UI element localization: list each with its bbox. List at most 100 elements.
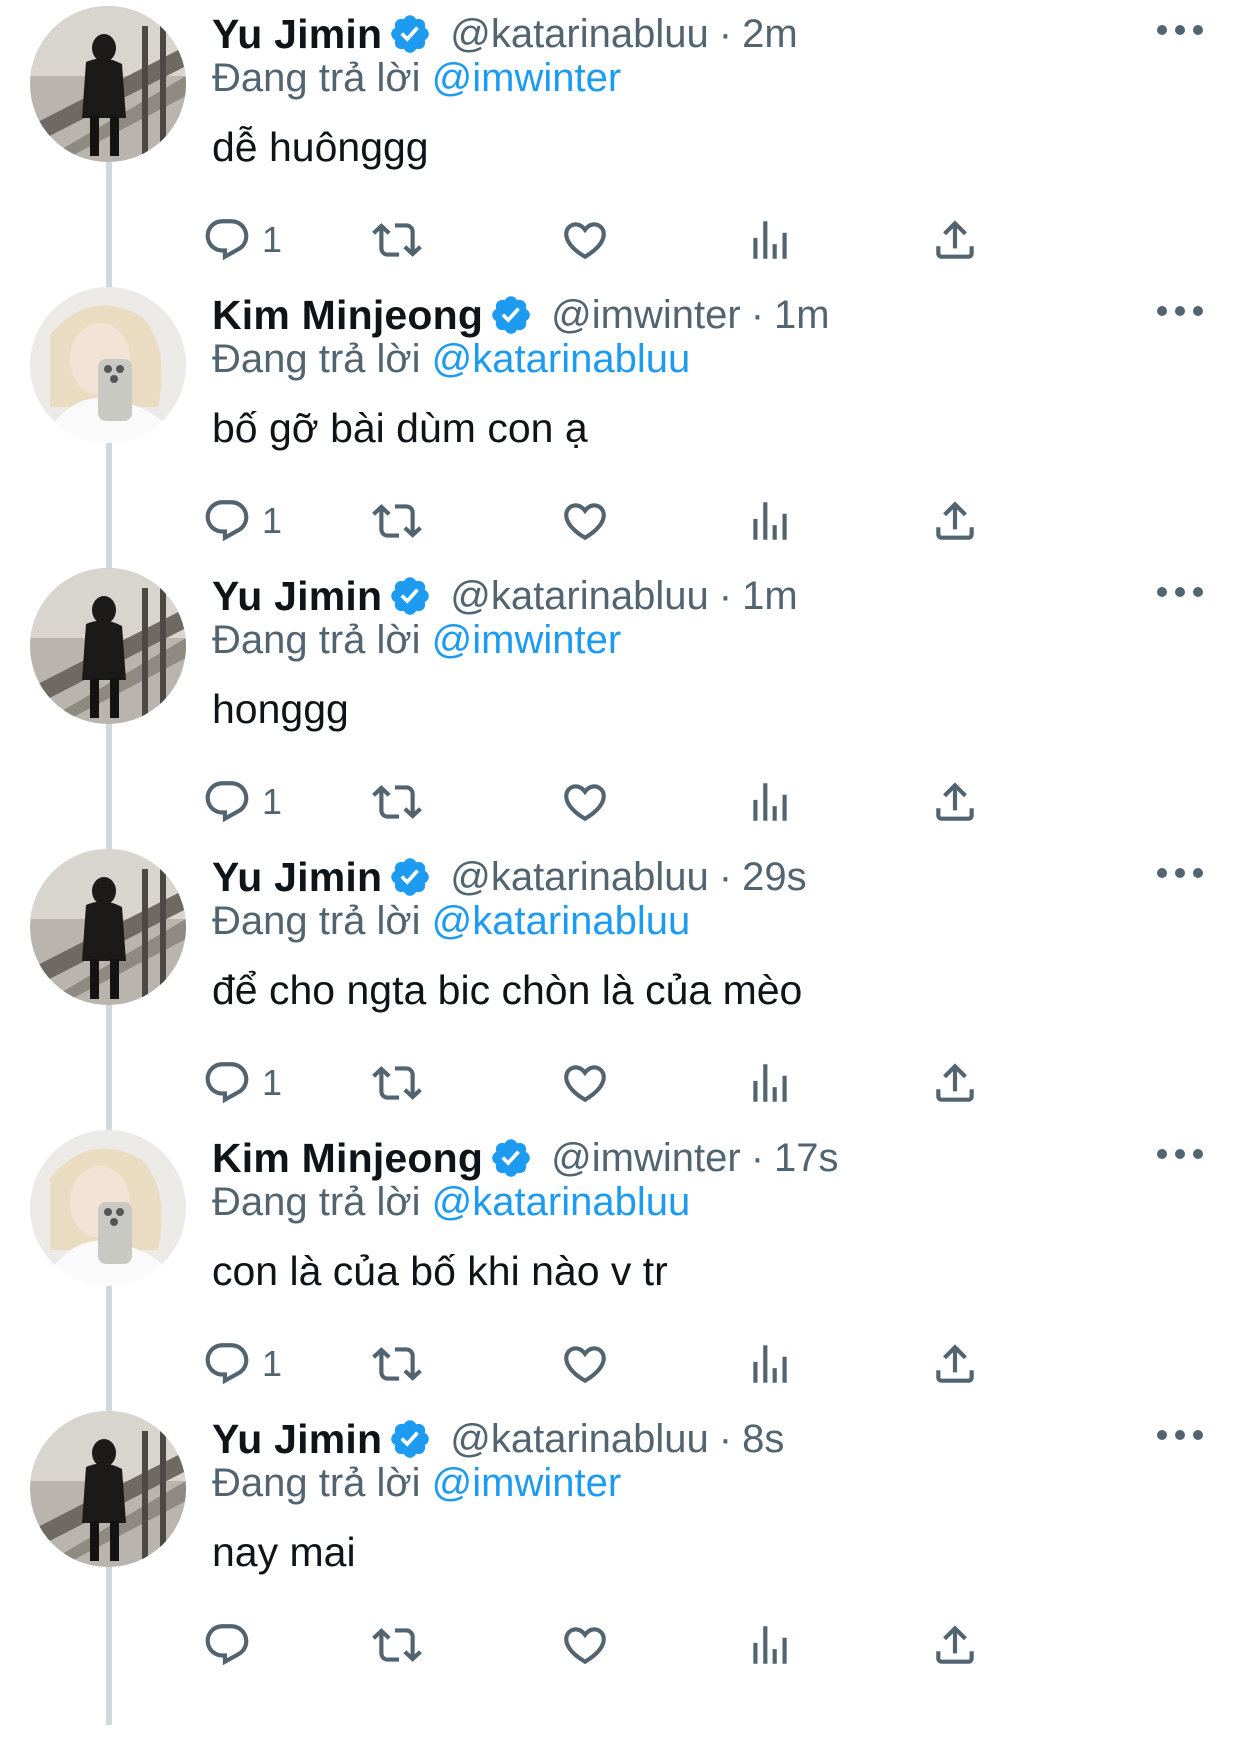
more-options-button[interactable] <box>1152 851 1208 895</box>
user-handle[interactable]: @imwinter <box>551 293 741 338</box>
separator-dot: · <box>718 1416 733 1461</box>
user-handle[interactable]: @katarinabluu <box>450 1417 709 1462</box>
replying-to-handle[interactable]: @katarinabluu <box>432 899 691 943</box>
views-button[interactable] <box>745 210 795 270</box>
views-button[interactable] <box>745 772 795 832</box>
tweet-actions: 1 <box>205 1334 1112 1394</box>
timestamp[interactable]: 8s <box>742 1417 784 1462</box>
views-button[interactable] <box>745 1334 795 1394</box>
tweet-text: bố gỡ bài dùm con ạ <box>212 405 588 451</box>
replying-to: Đang trả lời @katarinabluu <box>212 899 690 951</box>
more-options-icon <box>1157 25 1203 35</box>
reply-button[interactable] <box>202 1615 262 1675</box>
like-button[interactable] <box>560 210 610 270</box>
reply-button[interactable]: 1 <box>202 210 282 270</box>
more-options-button[interactable] <box>1152 1413 1208 1457</box>
more-options-button[interactable] <box>1152 570 1208 614</box>
reply-icon <box>205 1343 249 1385</box>
replying-to-handle[interactable]: @imwinter <box>432 1461 622 1505</box>
share-icon <box>936 220 974 259</box>
reply-count: 1 <box>262 781 283 822</box>
views-button[interactable] <box>745 1053 795 1113</box>
more-options-button[interactable] <box>1152 1132 1208 1176</box>
tweet[interactable]: Kim Minjeong @imwinter · 17s Đang trả lờ… <box>0 1124 1242 1444</box>
like-button[interactable] <box>560 1334 610 1394</box>
retweet-icon <box>372 1628 422 1662</box>
timestamp[interactable]: 29s <box>742 855 807 900</box>
reply-icon <box>205 219 249 261</box>
avatar[interactable] <box>30 1130 186 1286</box>
timestamp[interactable]: 1m <box>742 574 798 619</box>
avatar[interactable] <box>30 287 186 443</box>
timestamp[interactable]: 2m <box>742 12 798 57</box>
replying-to-handle[interactable]: @imwinter <box>432 618 622 662</box>
timestamp[interactable]: 1m <box>774 293 830 338</box>
share-button[interactable] <box>930 1334 980 1394</box>
tweet-header: Kim Minjeong @imwinter · 17s <box>212 1130 1172 1186</box>
tweet-text: để cho ngta bic chòn là của mèo <box>212 967 803 1013</box>
like-button[interactable] <box>560 772 610 832</box>
display-name[interactable]: Kim Minjeong <box>212 1135 483 1182</box>
tweet-actions: 1 <box>205 210 1112 270</box>
tweet[interactable]: Yu Jimin @katarinabluu · 1m Đang trả lời… <box>0 562 1242 882</box>
views-icon <box>753 221 787 259</box>
tweet[interactable]: Yu Jimin @katarinabluu · 29s Đang trả lờ… <box>0 843 1242 1163</box>
display-name[interactable]: Yu Jimin <box>212 11 382 58</box>
views-icon <box>753 502 787 540</box>
avatar[interactable] <box>30 568 186 724</box>
reply-button[interactable]: 1 <box>202 772 282 832</box>
user-handle[interactable]: @imwinter <box>551 1136 741 1181</box>
share-button[interactable] <box>930 1615 980 1675</box>
replying-to-handle[interactable]: @katarinabluu <box>432 1180 691 1224</box>
tweet-text: nay mai <box>212 1529 356 1575</box>
share-button[interactable] <box>930 772 980 832</box>
replying-to-handle[interactable]: @katarinabluu <box>432 337 691 381</box>
replying-to: Đang trả lời @imwinter <box>212 1461 621 1513</box>
views-button[interactable] <box>745 491 795 551</box>
tweet[interactable]: Yu Jimin @katarinabluu · 8s Đang trả lời… <box>0 1405 1242 1725</box>
replying-to-handle[interactable]: @imwinter <box>432 56 622 100</box>
reply-button[interactable]: 1 <box>202 1334 282 1394</box>
display-name[interactable]: Yu Jimin <box>212 573 382 620</box>
tweet-header: Yu Jimin @katarinabluu · 29s <box>212 849 1172 905</box>
more-options-icon <box>1157 587 1203 597</box>
display-name[interactable]: Yu Jimin <box>212 854 382 901</box>
retweet-button[interactable] <box>372 1053 422 1113</box>
user-handle[interactable]: @katarinabluu <box>450 855 709 900</box>
share-icon <box>936 1344 974 1383</box>
user-handle[interactable]: @katarinabluu <box>450 12 709 57</box>
more-options-icon <box>1157 1149 1203 1159</box>
share-icon <box>936 1625 974 1664</box>
tweet[interactable]: Kim Minjeong @imwinter · 1m Đang trả lời… <box>0 281 1242 601</box>
more-options-button[interactable] <box>1152 289 1208 333</box>
display-name[interactable]: Yu Jimin <box>212 1416 382 1463</box>
retweet-icon <box>372 785 422 819</box>
share-button[interactable] <box>930 1053 980 1113</box>
retweet-button[interactable] <box>372 772 422 832</box>
retweet-button[interactable] <box>372 1334 422 1394</box>
like-button[interactable] <box>560 491 610 551</box>
views-button[interactable] <box>745 1615 795 1675</box>
like-button[interactable] <box>560 1615 610 1675</box>
more-options-button[interactable] <box>1152 8 1208 52</box>
avatar[interactable] <box>30 1411 186 1567</box>
retweet-button[interactable] <box>372 1615 422 1675</box>
verified-badge-icon <box>492 296 530 334</box>
avatar[interactable] <box>30 849 186 1005</box>
avatar[interactable] <box>30 6 186 162</box>
share-button[interactable] <box>930 491 980 551</box>
retweet-button[interactable] <box>372 210 422 270</box>
tweet-text: con là của bố khi nào v tr <box>212 1248 668 1294</box>
like-button[interactable] <box>560 1053 610 1113</box>
more-options-icon <box>1157 868 1203 878</box>
user-handle[interactable]: @katarinabluu <box>450 574 709 619</box>
replying-to-label: Đang trả lời <box>212 1180 421 1224</box>
tweet[interactable]: Yu Jimin @katarinabluu · 2m Đang trả lời… <box>0 0 1242 320</box>
reply-button[interactable]: 1 <box>202 1053 282 1113</box>
share-button[interactable] <box>930 210 980 270</box>
timestamp[interactable]: 17s <box>774 1136 839 1181</box>
display-name[interactable]: Kim Minjeong <box>212 292 483 339</box>
retweet-button[interactable] <box>372 491 422 551</box>
reply-button[interactable]: 1 <box>202 491 282 551</box>
separator-dot: · <box>718 11 733 56</box>
